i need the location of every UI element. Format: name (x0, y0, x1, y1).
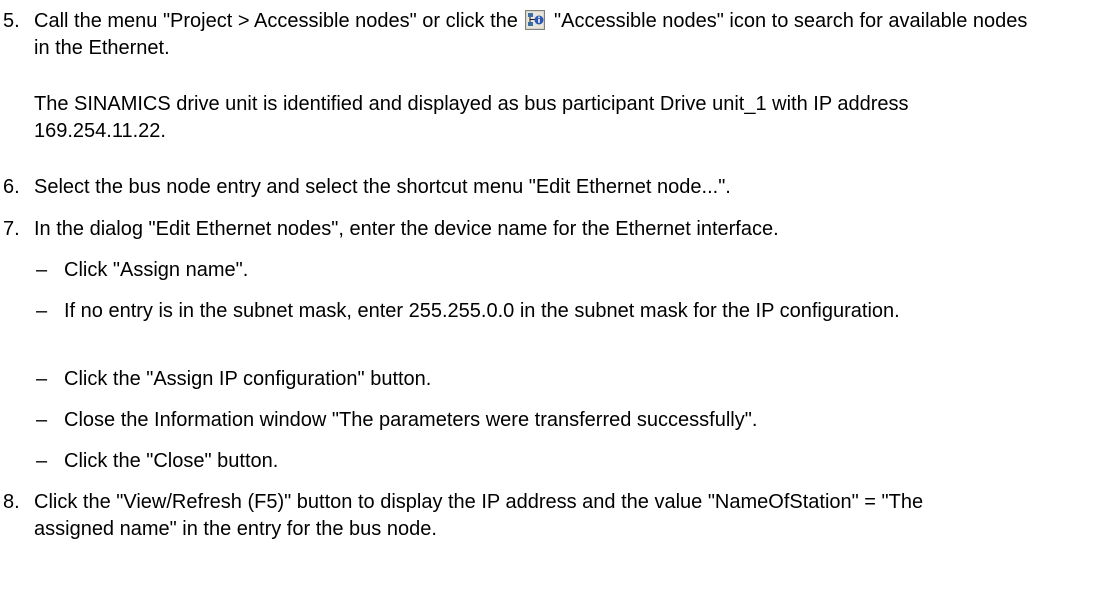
accessible-nodes-icon (525, 10, 546, 30)
substep-dash: – (36, 368, 48, 390)
step-8: 8. Click the "View/Refresh (F5)" button … (0, 489, 1093, 543)
substep: – If no entry is in the subnet mask, ent… (0, 298, 1093, 325)
substep-dash: – (36, 300, 48, 322)
step-text-part: Call the menu "Project > Accessible node… (34, 10, 518, 32)
substep-dash: – (36, 259, 48, 281)
substep-text: If no entry is in the subnet mask, enter… (64, 300, 900, 322)
step-7: 7. In the dialog "Edit Ethernet nodes", … (0, 216, 1093, 243)
step-number: 8. (3, 491, 20, 513)
step-6: 6. Select the bus node entry and select … (0, 174, 1093, 201)
step-number: 6. (3, 176, 20, 198)
substep: – Click the "Close" button. (0, 448, 1093, 475)
step-number: 7. (3, 218, 20, 240)
substep: – Click the "Assign IP configuration" bu… (0, 366, 1093, 393)
substep-text: Click "Assign name". (64, 259, 249, 281)
substep: – Close the Information window "The para… (0, 407, 1093, 434)
step-note: The SINAMICS drive unit is identified an… (34, 93, 909, 142)
step-text: Click the "View/Refresh (F5)" button to … (34, 491, 924, 540)
step-text: Select the bus node entry and select the… (34, 176, 731, 198)
substep-dash: – (36, 450, 48, 472)
substep-text: Close the Information window "The parame… (64, 409, 758, 431)
substep-dash: – (36, 409, 48, 431)
substep: – Click "Assign name". (0, 257, 1093, 284)
step-number: 5. (3, 10, 20, 32)
substep-text: Click the "Close" button. (64, 450, 279, 472)
step-5: 5. Call the menu "Project > Accessible n… (0, 8, 1093, 62)
step-text: Call the menu "Project > Accessible node… (34, 8, 1034, 62)
step-text: In the dialog "Edit Ethernet nodes", ent… (34, 218, 779, 240)
substep-text: Click the "Assign IP configuration" butt… (64, 368, 432, 390)
